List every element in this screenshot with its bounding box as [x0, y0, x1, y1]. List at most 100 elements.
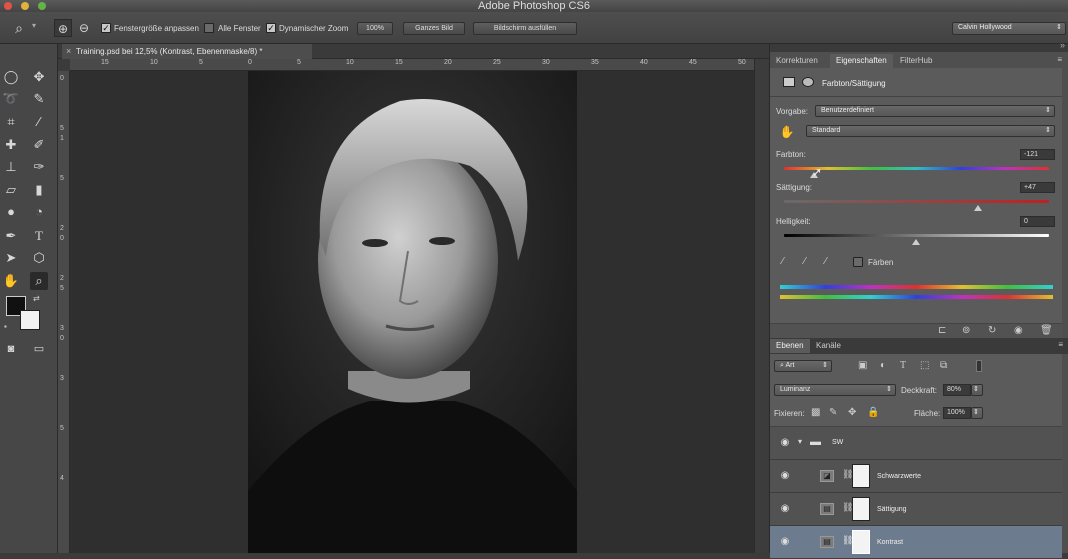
- pen-tool-icon[interactable]: ✒: [2, 227, 20, 245]
- layer-filter-select[interactable]: ⌕ Art: [774, 360, 832, 372]
- quick-selection-tool-icon[interactable]: ✎: [30, 90, 48, 108]
- fill-dropdown[interactable]: [971, 407, 983, 419]
- zoom-100-button[interactable]: 100%: [357, 22, 393, 35]
- targeted-adjustment-hand-icon[interactable]: ✋: [778, 123, 796, 141]
- hand-tool-icon[interactable]: ✋: [2, 272, 20, 290]
- swap-colors-icon[interactable]: ⇄: [33, 294, 40, 303]
- fill-input[interactable]: 100%: [943, 407, 971, 419]
- lasso-tool-icon[interactable]: ➰: [2, 90, 20, 108]
- type-tool-icon[interactable]: T: [30, 227, 48, 245]
- fit-screen-button[interactable]: Ganzes Bild: [403, 22, 465, 35]
- opacity-dropdown[interactable]: [971, 384, 983, 396]
- saturation-slider-thumb[interactable]: [974, 205, 982, 211]
- marquee-tool-icon[interactable]: ◯: [2, 68, 20, 86]
- channel-select[interactable]: Standard: [806, 125, 1055, 137]
- history-brush-tool-icon[interactable]: ✑: [30, 158, 48, 176]
- tab-adjustments[interactable]: Korrekturen: [770, 54, 824, 68]
- hue-input[interactable]: -121: [1020, 149, 1055, 160]
- lightness-slider-thumb[interactable]: [912, 239, 920, 245]
- layer-mask-thumbnail[interactable]: [852, 497, 870, 521]
- filter-shape-icon[interactable]: ⬚: [920, 360, 929, 372]
- shape-tool-icon[interactable]: ⬡: [30, 249, 48, 267]
- resize-windows-checkbox[interactable]: ✓: [101, 23, 111, 33]
- brush-tool-icon[interactable]: ✐: [30, 136, 48, 154]
- collapse-icon[interactable]: »: [1060, 40, 1065, 50]
- layer-saettigung[interactable]: ◉ ▤ ⛓ Sättigung: [770, 493, 1062, 526]
- zoom-in-icon[interactable]: ⊕: [54, 19, 72, 37]
- lightness-input[interactable]: 0: [1020, 216, 1055, 227]
- filter-adjustment-icon[interactable]: ◐: [880, 360, 886, 372]
- all-windows-checkbox[interactable]: [204, 23, 214, 33]
- eyedropper-minus-icon[interactable]: ⁄: [825, 256, 827, 268]
- panel-menu-icon[interactable]: ≡: [1057, 55, 1062, 64]
- layer-kontrast[interactable]: ◉ ▤ ⛓ Kontrast: [770, 526, 1062, 559]
- layer-mask-thumbnail[interactable]: [852, 464, 870, 488]
- tab-layers[interactable]: Ebenen: [770, 339, 810, 353]
- clone-stamp-tool-icon[interactable]: ⊥: [2, 158, 20, 176]
- move-tool-icon[interactable]: ✥: [30, 68, 48, 86]
- filter-pixel-icon[interactable]: ▣: [858, 360, 867, 372]
- background-color-swatch[interactable]: [20, 310, 40, 330]
- blur-tool-icon[interactable]: ●: [2, 203, 20, 221]
- healing-brush-tool-icon[interactable]: ✚: [2, 136, 20, 154]
- canvas-vertical-scrollbar[interactable]: [754, 59, 768, 553]
- filter-toggle[interactable]: [976, 360, 982, 372]
- hue-slider[interactable]: [784, 167, 1049, 170]
- eyedropper-icon[interactable]: ⁄: [782, 256, 784, 268]
- document-tab[interactable]: × Training.psd bei 12,5% (Kontrast, Eben…: [62, 44, 312, 59]
- chevron-down-icon[interactable]: ▾: [32, 21, 36, 30]
- eyedropper-plus-icon[interactable]: ⁄: [804, 256, 806, 268]
- close-document-icon[interactable]: ×: [66, 44, 71, 59]
- layer-mask-icon[interactable]: [802, 77, 814, 87]
- layer-mask-thumbnail[interactable]: [852, 530, 870, 554]
- visibility-eye-icon[interactable]: ◉: [779, 470, 791, 481]
- layers-menu-icon[interactable]: ≡: [1058, 340, 1063, 349]
- default-colors-icon[interactable]: ▪: [4, 322, 7, 331]
- expand-triangle-icon[interactable]: ▾: [798, 437, 802, 446]
- crop-tool-icon[interactable]: ⌗: [2, 113, 20, 131]
- horizontal-ruler: 15 10 5 0 5 10 15 20 25 30 35 40 45 50: [70, 59, 754, 71]
- canvas-area[interactable]: [70, 71, 754, 553]
- view-previous-icon[interactable]: ⊚: [962, 325, 970, 337]
- preset-select[interactable]: Benutzerdefiniert: [815, 105, 1055, 117]
- tab-properties[interactable]: Eigenschaften: [830, 54, 893, 68]
- gradient-tool-icon[interactable]: ▮: [30, 181, 48, 199]
- tab-filterhub[interactable]: FilterHub: [894, 54, 938, 68]
- visibility-eye-icon[interactable]: ◉: [779, 503, 791, 514]
- quick-mask-icon[interactable]: ◙: [2, 340, 20, 358]
- toggle-visibility-icon[interactable]: ◉: [1014, 325, 1023, 337]
- lock-transparency-icon[interactable]: ▩: [811, 407, 820, 419]
- layer-schwarzwerte[interactable]: ◉ ◪ ⛓ Schwarzwerte: [770, 460, 1062, 493]
- layer-group-sw[interactable]: ◉ ▾ ▬ SW: [770, 427, 1062, 460]
- saturation-input[interactable]: +47: [1020, 182, 1055, 193]
- divider: [770, 96, 1062, 97]
- opacity-input[interactable]: 80%: [943, 384, 971, 396]
- screen-mode-icon[interactable]: ▭: [30, 340, 48, 358]
- lock-position-icon[interactable]: ✥: [848, 407, 856, 419]
- clip-to-layer-icon[interactable]: ⊏: [938, 325, 946, 337]
- eraser-tool-icon[interactable]: ▱: [2, 181, 20, 199]
- dodge-tool-icon[interactable]: ◔: [30, 203, 48, 221]
- lock-all-icon[interactable]: 🔒: [867, 407, 879, 419]
- saturation-slider[interactable]: [784, 200, 1049, 203]
- ruler-label: 10: [346, 59, 354, 66]
- workspace-select[interactable]: Calvin Hollywood: [952, 22, 1066, 35]
- scrubby-zoom-checkbox[interactable]: ✓: [266, 23, 276, 33]
- eyedropper-tool-icon[interactable]: ⁄: [30, 113, 48, 131]
- filter-type-icon[interactable]: T: [900, 360, 906, 372]
- lightness-slider[interactable]: [784, 234, 1049, 237]
- zoom-tool-preset-icon[interactable]: ⌕: [10, 19, 28, 37]
- visibility-eye-icon[interactable]: ◉: [779, 536, 791, 547]
- zoom-out-icon[interactable]: ⊖: [75, 19, 93, 37]
- zoom-tool-icon[interactable]: ⌕: [30, 272, 48, 290]
- filter-smart-object-icon[interactable]: ⧉: [940, 360, 947, 372]
- colorize-checkbox[interactable]: [853, 257, 863, 267]
- lock-pixels-icon[interactable]: ✎: [829, 407, 837, 419]
- tab-channels[interactable]: Kanäle: [810, 339, 847, 353]
- blend-mode-select[interactable]: Luminanz: [774, 384, 896, 396]
- path-selection-tool-icon[interactable]: ➤: [2, 249, 20, 267]
- visibility-eye-icon[interactable]: ◉: [779, 437, 791, 448]
- fill-screen-button[interactable]: Bildschirm ausfüllen: [473, 22, 577, 35]
- reset-icon[interactable]: ↻: [988, 325, 996, 337]
- delete-adjustment-icon[interactable]: 🗑: [1040, 325, 1053, 337]
